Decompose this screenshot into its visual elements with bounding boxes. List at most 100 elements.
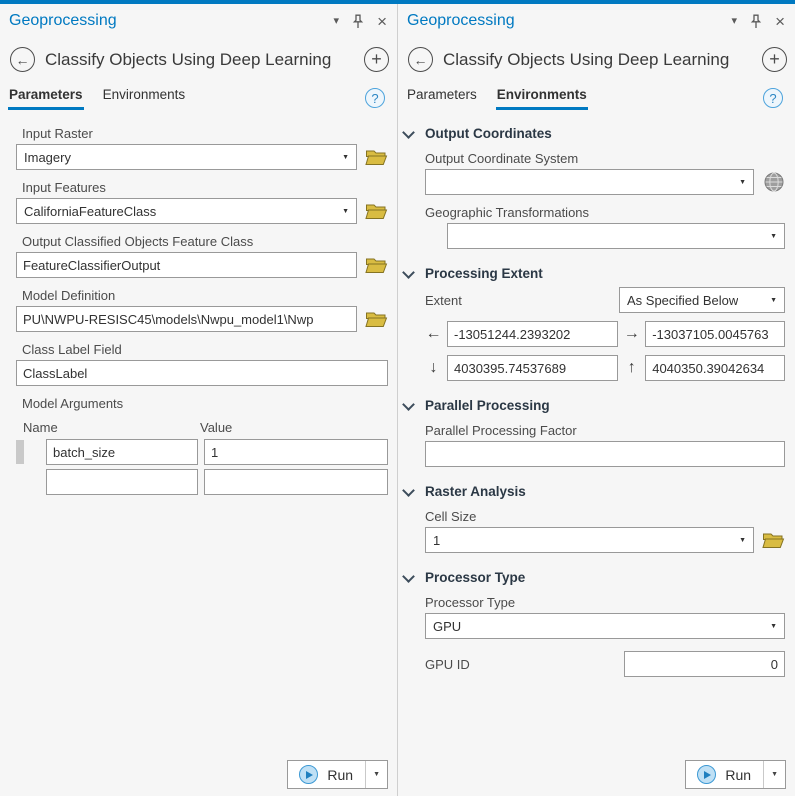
tab-environments[interactable]: Environments <box>102 87 187 110</box>
tool-header: ← Classify Objects Using Deep Learning + <box>0 30 397 72</box>
pin-icon[interactable] <box>750 14 762 29</box>
section-processor-type[interactable]: Processor Type <box>402 570 785 585</box>
section-output-coordinates[interactable]: Output Coordinates <box>402 126 785 141</box>
cell-size-row: 1 ▼ <box>425 527 785 553</box>
back-button[interactable]: ← <box>10 47 35 72</box>
section-parallel-processing[interactable]: Parallel Processing <box>402 398 785 413</box>
back-arrow-icon: ← <box>414 53 428 67</box>
extent-mode-combo[interactable]: As Specified Below ▼ <box>619 287 785 313</box>
extent-east-input[interactable] <box>645 321 785 347</box>
arg-name-input[interactable] <box>46 439 198 465</box>
model-definition-input[interactable] <box>16 306 357 332</box>
section-processing-extent[interactable]: Processing Extent <box>402 266 785 281</box>
arg-name-header: Name <box>23 420 200 435</box>
geographic-transformations-combo[interactable]: ▼ <box>447 223 785 249</box>
geoprocessing-panel-left: Geoprocessing ▾ × ← Classify Objects Usi… <box>0 0 397 796</box>
back-button[interactable]: ← <box>408 47 433 72</box>
input-features-combo[interactable]: CaliforniaFeatureClass ▼ <box>16 198 357 224</box>
extent-mode-row: Extent As Specified Below ▼ <box>425 287 785 313</box>
run-button[interactable]: Run ▼ <box>287 760 388 789</box>
chevron-down-icon: ▼ <box>733 537 746 544</box>
close-icon[interactable]: × <box>775 13 785 30</box>
output-feature-class-input[interactable] <box>16 252 357 278</box>
chevron-down-icon <box>402 126 415 139</box>
panel-menu-caret-icon[interactable]: ▾ <box>334 16 340 27</box>
globe-icon[interactable] <box>762 171 785 193</box>
tab-environments[interactable]: Environments <box>496 87 588 110</box>
browse-folder-icon[interactable] <box>365 202 388 220</box>
chevron-down-icon: ▼ <box>764 233 777 240</box>
panel-title: Geoprocessing <box>9 12 334 30</box>
class-label-field-label: Class Label Field <box>22 342 388 357</box>
tool-title: Classify Objects Using Deep Learning <box>45 50 354 70</box>
extent-south-input[interactable] <box>447 355 618 381</box>
model-arguments-label: Model Arguments <box>22 396 388 411</box>
input-features-label: Input Features <box>22 180 388 195</box>
processor-type-row: GPU ▼ <box>425 613 785 639</box>
tab-parameters[interactable]: Parameters <box>406 87 478 110</box>
run-button-main[interactable]: Run <box>686 761 763 788</box>
cell-size-label: Cell Size <box>425 509 785 524</box>
browse-folder-icon[interactable] <box>762 531 785 549</box>
arg-value-input[interactable] <box>204 469 388 495</box>
run-options-caret[interactable]: ▼ <box>763 761 785 788</box>
output-coordinate-system-label: Output Coordinate System <box>425 151 785 166</box>
cell-size-combo[interactable]: 1 ▼ <box>425 527 754 553</box>
output-feature-class-label: Output Classified Objects Feature Class <box>22 234 388 249</box>
row-drag-handle[interactable] <box>16 440 24 464</box>
add-to-model-button[interactable]: + <box>364 47 389 72</box>
tab-parameters[interactable]: Parameters <box>8 87 84 110</box>
arg-value-input[interactable] <box>204 439 388 465</box>
top-accent-strip <box>0 0 795 4</box>
add-to-model-button[interactable]: + <box>762 47 787 72</box>
run-button-main[interactable]: Run <box>288 761 365 788</box>
browse-folder-icon[interactable] <box>365 148 388 166</box>
extent-label: Extent <box>425 293 619 308</box>
arg-name-input[interactable] <box>46 469 198 495</box>
pin-icon[interactable] <box>352 14 364 29</box>
extent-mode-value: As Specified Below <box>627 293 738 308</box>
section-title: Raster Analysis <box>425 484 526 499</box>
gpu-id-row: GPU ID <box>425 651 785 677</box>
chevron-down-icon <box>402 398 415 411</box>
output-coordinate-system-row: ▼ <box>425 169 785 195</box>
input-raster-row: Imagery ▼ <box>16 144 388 170</box>
help-icon[interactable]: ? <box>365 88 385 108</box>
input-raster-label: Input Raster <box>22 126 388 141</box>
parallel-processing-factor-input[interactable] <box>425 441 785 467</box>
arrow-up-icon: ↑ <box>623 360 640 376</box>
section-title: Processor Type <box>425 570 525 585</box>
input-raster-value: Imagery <box>24 150 71 165</box>
model-argument-row <box>16 469 388 495</box>
run-button[interactable]: Run ▼ <box>685 760 786 789</box>
geoprocessing-panel-right: Geoprocessing ▾ × ← Classify Objects Usi… <box>397 0 795 796</box>
run-options-caret[interactable]: ▼ <box>365 761 387 788</box>
browse-folder-icon[interactable] <box>365 256 388 274</box>
plus-icon: + <box>371 50 382 68</box>
processor-type-combo[interactable]: GPU ▼ <box>425 613 785 639</box>
gpu-id-input[interactable] <box>624 651 785 677</box>
window-controls: ▾ × <box>732 13 785 30</box>
chevron-down-icon: ▼ <box>733 179 746 186</box>
extent-north-input[interactable] <box>645 355 785 381</box>
section-title: Processing Extent <box>425 266 543 281</box>
output-feature-class-row <box>16 252 388 278</box>
input-raster-combo[interactable]: Imagery ▼ <box>16 144 357 170</box>
chevron-down-icon: ▼ <box>336 208 349 215</box>
geographic-transformations-label: Geographic Transformations <box>425 205 785 220</box>
extent-west-input[interactable] <box>447 321 618 347</box>
chevron-down-icon: ▼ <box>764 297 777 304</box>
window-controls: ▾ × <box>334 13 387 30</box>
output-coordinate-system-combo[interactable]: ▼ <box>425 169 754 195</box>
panel-menu-caret-icon[interactable]: ▾ <box>732 16 738 27</box>
close-icon[interactable]: × <box>377 13 387 30</box>
run-play-icon <box>697 765 716 784</box>
class-label-field-input[interactable] <box>16 360 388 386</box>
browse-folder-icon[interactable] <box>365 310 388 328</box>
section-raster-analysis[interactable]: Raster Analysis <box>402 484 785 499</box>
help-icon[interactable]: ? <box>763 88 783 108</box>
parallel-processing-factor-label: Parallel Processing Factor <box>425 423 785 438</box>
model-arguments-headers: Name Value <box>16 420 388 435</box>
arg-value-header: Value <box>200 420 232 435</box>
gpu-id-label: GPU ID <box>425 657 624 672</box>
